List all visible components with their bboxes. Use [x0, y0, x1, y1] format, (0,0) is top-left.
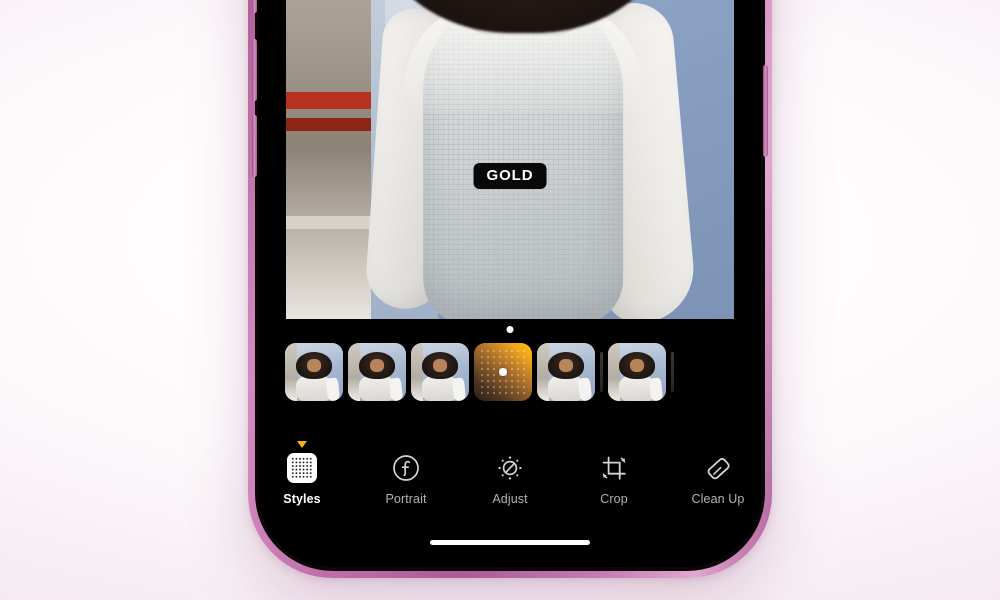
tool-adjust[interactable]: Adjust	[473, 453, 547, 506]
thumb-arm	[325, 377, 340, 401]
photo-subject	[358, 0, 698, 319]
thumb-floor	[348, 343, 360, 401]
active-tool-caret-icon	[297, 441, 307, 448]
tool-crop[interactable]: Crop	[577, 453, 651, 506]
tool-label-styles: Styles	[283, 492, 321, 506]
tool-label-portrait: Portrait	[385, 492, 427, 506]
thumb-face	[630, 359, 644, 372]
thumb-arm	[388, 377, 403, 401]
phone-screen: GOLD Styles Portrait Adjust Crop Clean U…	[259, 0, 761, 567]
tool-styles[interactable]: Styles	[265, 441, 339, 506]
style-thumbnail[interactable]	[411, 343, 469, 401]
thumb-floor	[537, 343, 549, 401]
thumb-arm	[648, 377, 663, 401]
style-thumbnail[interactable]	[348, 343, 406, 401]
volume-up-button[interactable]	[252, 39, 257, 101]
volume-down-button[interactable]	[252, 115, 257, 177]
style-thumbnail[interactable]	[608, 343, 666, 401]
thumb-floor	[285, 343, 297, 401]
tool-clean-up[interactable]: Clean Up	[681, 453, 755, 506]
tool-label-adjust: Adjust	[492, 492, 528, 506]
style-name-badge: GOLD	[473, 163, 547, 189]
power-button[interactable]	[763, 65, 768, 157]
tool-label-crop: Crop	[600, 492, 628, 506]
edited-photo[interactable]: GOLD	[286, 0, 734, 319]
style-thumbnail[interactable]	[285, 343, 343, 401]
carousel-separator	[671, 352, 674, 392]
thumb-face	[559, 359, 573, 372]
gold-swatch-handle[interactable]	[499, 368, 507, 376]
styles-carousel[interactable]	[259, 319, 761, 419]
thumb-floor	[608, 343, 620, 401]
iphone-device-frame: GOLD Styles Portrait Adjust Crop Clean U…	[248, 0, 772, 578]
tool-label-clean-up: Clean Up	[691, 492, 745, 506]
home-indicator[interactable]	[430, 540, 590, 545]
silence-switch-button[interactable]	[252, 0, 257, 13]
aperture-f-icon	[393, 455, 419, 481]
styles-thumbnail-strip[interactable]	[259, 341, 761, 403]
tool-portrait[interactable]: Portrait	[369, 453, 443, 506]
thumb-face	[307, 359, 321, 372]
thumb-face	[370, 359, 384, 372]
crop-rotate-icon	[602, 456, 626, 480]
photo-viewer[interactable]: GOLD	[259, 0, 761, 319]
device-bezel: GOLD Styles Portrait Adjust Crop Clean U…	[252, 0, 768, 571]
thumb-floor	[411, 343, 423, 401]
carousel-page-indicator-dot	[506, 326, 514, 333]
screenshot-stage: GOLD Styles Portrait Adjust Crop Clean U…	[0, 0, 1000, 600]
eraser-icon	[707, 458, 730, 480]
style-thumbnail[interactable]	[537, 343, 595, 401]
style-thumbnail-gold-selected[interactable]	[474, 343, 532, 401]
thumb-face	[433, 359, 447, 372]
brightness-dial-icon	[498, 456, 522, 480]
thumb-arm	[451, 377, 466, 401]
thumb-arm	[577, 377, 592, 401]
edit-toolbar[interactable]: Styles Portrait Adjust Crop Clean Up	[259, 439, 761, 535]
carousel-separator	[600, 352, 603, 392]
dot-grid-icon	[287, 453, 317, 483]
